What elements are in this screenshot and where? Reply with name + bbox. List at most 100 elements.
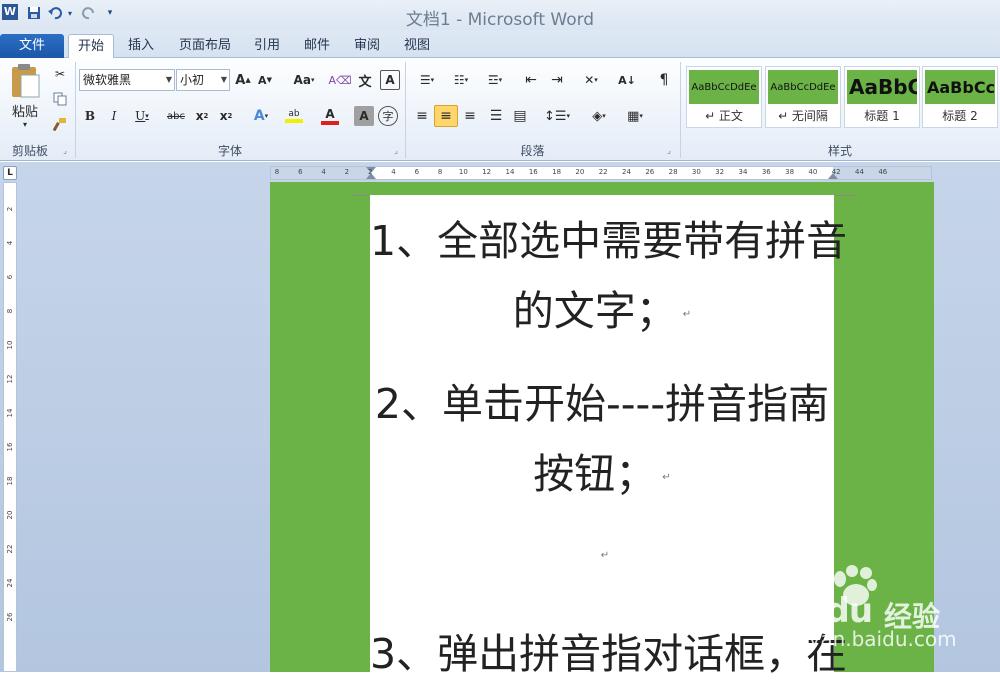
paragraph-mark: ↵ [662,471,671,483]
decrease-indent-icon[interactable]: ⇤ [520,70,542,90]
align-center-icon[interactable]: ≡ [434,105,458,127]
increase-indent-icon[interactable]: ⇥ [546,70,568,90]
ruler-tick-label: 18 [552,168,562,176]
ruler-tick-label: 2 [367,168,373,176]
empty-paragraph: ↵ [600,550,610,561]
style-no-spacing[interactable]: AaBbCcDdEe ↵ 无间隔 [765,66,841,128]
grow-font-icon[interactable]: A ▲ [234,70,252,90]
ruler-tick-label: 30 [691,168,701,176]
justify-icon[interactable]: ☰ [486,106,506,126]
ruler-tick-label: 20 [6,510,14,520]
character-border-icon[interactable]: A [380,70,400,90]
align-right-icon[interactable]: ≡ [460,106,480,126]
strikethrough-button[interactable]: abc [164,106,188,126]
distributed-icon[interactable]: ▤ [510,106,530,126]
change-case-label: Aa [293,73,311,87]
style-name: ↵ 无间隔 [778,109,828,123]
highlight-color-icon[interactable]: ab [280,106,308,126]
tab-page-layout[interactable]: 页面布局 [170,34,240,58]
chevron-down-icon: ▼ [220,75,227,84]
ruler-tick-label: 6 [298,168,303,176]
line-spacing-icon[interactable]: ↕☰ ▾ [542,106,572,126]
ruler-tick-label: 34 [738,168,748,176]
text-effects-icon[interactable]: A ▾ [248,106,274,126]
document-line: 1、全部选中需要带有拼音 [370,217,848,265]
borders-icon[interactable]: ▦ ▾ [620,106,650,126]
style-heading-2[interactable]: AaBbCcI 标题 2 [922,66,998,128]
tab-review[interactable]: 审阅 [346,34,388,58]
show-marks-icon[interactable]: ¶ [654,70,674,90]
paste-label: 粘贴 [11,105,38,120]
margin-crop-mark [834,195,854,196]
window-title: 文档1 - Microsoft Word [405,10,595,30]
shrink-font-icon[interactable]: A ▼ [256,70,274,90]
tab-view[interactable]: 视图 [396,34,438,58]
numbering-icon[interactable]: ☷ ▾ [446,70,476,90]
style-name: 标题 2 [942,109,978,123]
ruler-tick-label: 8 [6,308,14,314]
character-shading-icon[interactable]: A [354,106,374,126]
style-preview: AaBbCcDdEe [768,70,838,104]
style-preview: AaBbCcDdEe [689,70,759,104]
clipboard-icon [12,64,40,98]
ruler-tick-label: 2 [344,168,350,176]
style-normal[interactable]: AaBbCcDdEe ↵ 正文 [686,66,762,128]
enclose-characters-icon[interactable]: 字 [378,106,398,126]
ruler-tick-label: 6 [414,168,420,176]
superscript-button[interactable]: x2 [216,106,236,126]
paragraph-mark: ↵ [682,308,692,320]
paste-button[interactable]: 粘贴 ▾ [6,62,44,130]
style-heading-1[interactable]: AaBbC 标题 1 [844,66,920,128]
jingyan-url: jingyan.baidu.com [772,627,957,651]
ruler-tick-label: 8 [437,168,443,176]
ruler-tick-label: 46 [878,168,888,176]
style-name: ↵ 正文 [705,109,743,123]
paragraph-dialog-launcher-icon[interactable]: ⌟ [664,144,674,156]
ruler-tick-label: 40 [808,168,818,176]
italic-button[interactable]: I [104,106,124,126]
document-line: 的文字； ↵ [512,287,692,335]
font-name-combo[interactable]: 微软雅黑 ▼ [79,69,175,91]
copy-icon[interactable] [50,89,70,109]
underline-button[interactable]: U ▾ [128,106,156,126]
multilevel-list-icon[interactable]: ☲ ▾ [480,70,510,90]
ruler-tick-label: 26 [6,612,14,622]
sort-icon[interactable]: A↓ [616,70,638,90]
style-name: 标题 1 [864,109,900,123]
ruler-tick-label: 24 [6,578,14,588]
clear-formatting-icon[interactable]: A⌫ [328,70,351,90]
font-dialog-launcher-icon[interactable]: ⌟ [391,144,401,156]
tab-selector-icon[interactable]: L [3,166,17,180]
change-case-button[interactable]: Aa ▾ [290,70,318,90]
shading-icon[interactable]: ◈ ▾ [584,106,614,126]
ruler-tick-label: 12 [482,168,492,176]
ribbon-tab-row: 文件 开始 插入 页面布局 引用 邮件 审阅 视图 [0,30,1000,59]
bullets-icon[interactable]: ☰ ▾ [412,70,442,90]
tab-references[interactable]: 引用 [246,34,288,58]
horizontal-ruler[interactable]: 8 6 4 2 2 4 6 8 10 12 14 16 18 20 22 24 26 28 30 32 34 36 38 40… [270,166,932,180]
paragraph-group-label: 段落 [520,144,545,158]
tab-home[interactable]: 开始 [68,34,114,59]
font-color-icon[interactable]: A [316,106,344,126]
baidu-logo-text: Baidu [768,591,873,631]
font-size-combo[interactable]: 小初 ▼ [176,69,230,91]
subscript-button[interactable]: x2 [192,106,212,126]
ruler-tick-label: 18 [6,476,14,486]
bold-button[interactable]: B [80,106,100,126]
vertical-ruler[interactable]: 2 4 6 8 10 12 14 16 18 20 22 24 26 [3,182,17,672]
ruler-tick-label: 32 [715,168,725,176]
chinese-layout-icon[interactable]: ✕ ▾ [576,70,606,90]
tab-file[interactable]: 文件 [0,34,64,58]
ruler-tick-label: 28 [668,168,678,176]
phonetic-guide-icon[interactable]: 文 [354,70,376,90]
ruler-tick-label: 16 [6,442,14,452]
align-left-icon[interactable]: ≡ [412,106,432,126]
format-painter-icon[interactable] [50,114,70,134]
clipboard-dialog-launcher-icon[interactable]: ⌟ [60,144,70,156]
ruler-tick-label: 38 [785,168,795,176]
tab-mailings[interactable]: 邮件 [296,34,338,58]
tab-insert[interactable]: 插入 [120,34,162,58]
cut-icon[interactable]: ✂ [50,64,70,84]
title-bar: W ▾ ▾ 文档1 - Microsoft Word [0,0,1000,30]
style-preview: AaBbC [847,70,917,104]
